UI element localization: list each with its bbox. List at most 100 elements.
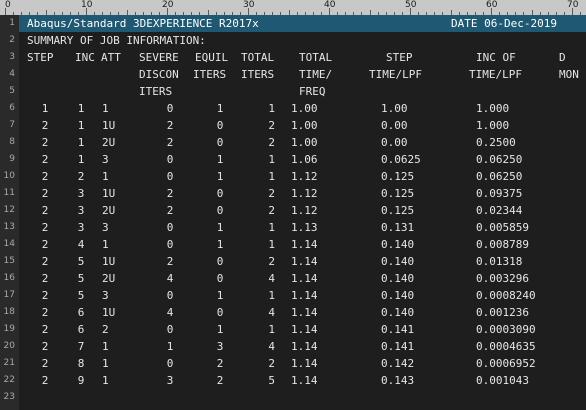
text-line[interactable]: 1 1 1 0 1 1 1.00 1.00 1.000 (19, 100, 586, 117)
line-text: 0.0003090 (476, 323, 536, 336)
line-text: 0.140 (381, 306, 415, 319)
line-text: 1U (102, 255, 116, 268)
line-text: 0.00 (381, 136, 408, 149)
text-line[interactable]: ITERS FREQ (19, 83, 586, 100)
text-line[interactable]: 2 1 1U 2 0 2 1.00 0.00 1.000 (19, 117, 586, 134)
line-number: 22 (3, 375, 15, 385)
text-line[interactable]: 2 1 2U 2 0 2 1.00 0.00 0.2500 (19, 134, 586, 151)
line-text: 0 (166, 102, 174, 115)
text-line[interactable]: 2 4 1 0 1 1 1.14 0.140 0.008789 (19, 236, 586, 253)
line-text: 1U (102, 119, 116, 132)
line-number: 15 (3, 256, 15, 266)
line-text: 2 (41, 323, 49, 336)
text-line[interactable] (19, 389, 586, 406)
line-text: 1.14 (291, 323, 318, 336)
line-text: 1.13 (291, 221, 318, 234)
line-text: 2 (216, 357, 224, 370)
line-text: SEVERE (139, 51, 179, 64)
line-text: 0 (166, 357, 174, 370)
line-text: 1 (216, 170, 224, 183)
line-text: DISCON (139, 68, 179, 81)
text-line[interactable]: 2 2 1 0 1 1 1.12 0.125 0.06250 (19, 168, 586, 185)
line-number: 3 (9, 52, 15, 62)
line-text: 2 (41, 136, 49, 149)
ruler-label: 10 (81, 0, 93, 10)
line-text: Abaqus/Standard 3DEXPERIENCE R2017x (27, 17, 259, 30)
line-text: 0.06250 (476, 170, 523, 183)
line-text: 0.06250 (476, 153, 523, 166)
line-text: 7 (77, 340, 85, 353)
line-text: 3 (102, 289, 109, 302)
header-line[interactable]: Abaqus/Standard 3DEXPERIENCE R2017x DATE … (19, 15, 586, 32)
line-number: 11 (3, 188, 15, 198)
text-line[interactable]: 2 5 1U 2 0 2 1.14 0.140 0.01318 (19, 253, 586, 270)
line-text: 0.003296 (476, 272, 529, 285)
text-line[interactable]: 2 3 1U 2 0 2 1.12 0.125 0.09375 (19, 185, 586, 202)
text-line[interactable]: SUMMARY OF JOB INFORMATION: (19, 32, 586, 49)
line-text: 0.140 (381, 255, 415, 268)
line-text: 0.00 (381, 119, 408, 132)
line-number: 20 (3, 341, 15, 351)
line-text: 4 (268, 340, 275, 353)
line-text: 1.14 (291, 238, 318, 251)
line-text: 0.001043 (476, 374, 529, 387)
line-text: 0 (216, 136, 224, 149)
line-text: ITERS (193, 68, 227, 81)
text-line[interactable]: 2 6 1U 4 0 4 1.14 0.140 0.001236 (19, 304, 586, 321)
line-text: 1.00 (291, 119, 318, 132)
line-text: 5 (77, 255, 85, 268)
text-line[interactable]: 2 9 1 3 2 5 1.14 0.143 0.001043 (19, 372, 586, 389)
ruler-label: 30 (243, 0, 255, 10)
line-text: 1 (102, 238, 109, 251)
text-line[interactable]: 2 5 3 0 1 1 1.14 0.140 0.0008240 (19, 287, 586, 304)
line-text: 0.0006952 (476, 357, 536, 370)
line-text: 1.14 (291, 306, 318, 319)
line-text: 0.008789 (476, 238, 529, 251)
line-text: 0 (166, 153, 174, 166)
text-line[interactable]: 2 1 3 0 1 1 1.06 0.0625 0.06250 (19, 151, 586, 168)
line-text: 0.01318 (476, 255, 523, 268)
line-text: 1 (102, 374, 109, 387)
line-text: STEP (386, 51, 413, 64)
line-text: 1 (102, 340, 109, 353)
line-text: 2 (41, 119, 49, 132)
ruler-label: 0 (5, 0, 11, 10)
text-line[interactable]: 2 7 1 1 3 4 1.14 0.141 0.0004635 (19, 338, 586, 355)
line-text: 1 (268, 238, 275, 251)
text-line[interactable]: 2 8 1 0 2 2 1.14 0.142 0.0006952 (19, 355, 586, 372)
line-number: 6 (9, 103, 15, 113)
line-text: 0.125 (381, 170, 415, 183)
line-text: 2U (102, 136, 116, 149)
line-text: 0.141 (381, 323, 415, 336)
text-line[interactable]: 2 6 2 0 1 1 1.14 0.141 0.0003090 (19, 321, 586, 338)
text-line[interactable]: 2 3 3 0 1 1 1.13 0.131 0.005859 (19, 219, 586, 236)
line-text: 1 (216, 289, 224, 302)
line-text: 2 (268, 357, 275, 370)
line-text: 4 (268, 306, 275, 319)
line-text: TOTAL (241, 51, 275, 64)
line-text: 1 (216, 238, 224, 251)
line-text: 2 (77, 170, 85, 183)
line-text: 0 (216, 204, 224, 217)
line-text: 1 (102, 357, 109, 370)
text-line[interactable]: 2 5 2U 4 0 4 1.14 0.140 0.003296 (19, 270, 586, 287)
line-text: 0 (166, 170, 174, 183)
line-text: 2 (41, 272, 49, 285)
text-line[interactable]: DISCON ITERS ITERS TIME/TIME/LPF TIME/LPF MON (19, 66, 586, 83)
line-text: 0.09375 (476, 187, 523, 200)
line-text: 0.140 (381, 289, 415, 302)
text-line[interactable]: STEP INC ATT SEVERE EQUIL TOTAL TOTAL STEP INC O… (19, 49, 586, 66)
line-text: TIME/ (299, 68, 333, 81)
text-editor-area[interactable]: Abaqus/Standard 3DEXPERIENCE R2017x DATE … (19, 15, 586, 410)
line-text: 0.001236 (476, 306, 529, 319)
line-text: 0.005859 (476, 221, 529, 234)
line-text: 1 (268, 153, 275, 166)
line-text: 8 (77, 357, 85, 370)
text-line[interactable]: 2 3 2U 2 0 2 1.12 0.125 0.02344 (19, 202, 586, 219)
line-text: 4 (268, 272, 275, 285)
line-number: 8 (9, 137, 15, 147)
line-text: 1 (268, 323, 275, 336)
line-text: INC (75, 51, 95, 64)
line-text: 1.000 (476, 102, 510, 115)
line-text: 2 (216, 374, 224, 387)
